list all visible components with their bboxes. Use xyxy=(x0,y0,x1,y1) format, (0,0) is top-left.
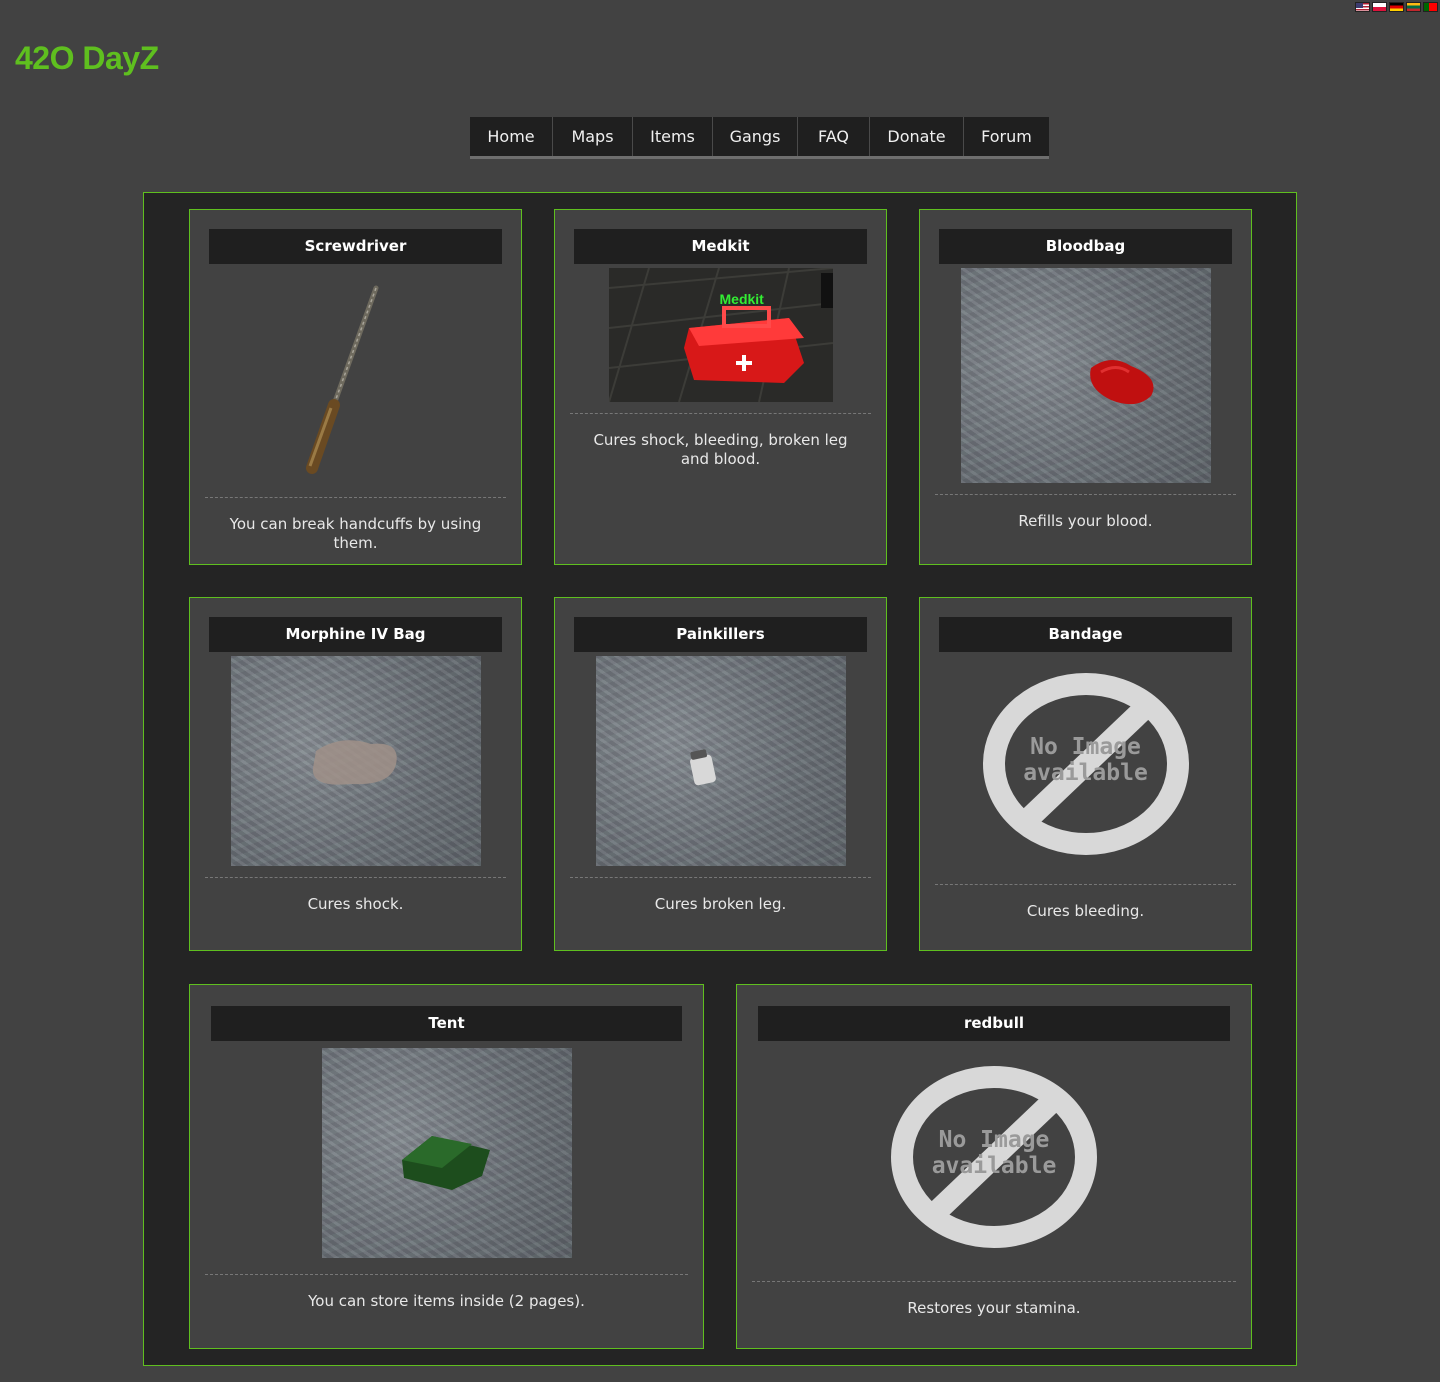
flag-lt-icon[interactable] xyxy=(1406,2,1421,12)
nav-item-forum[interactable]: Forum xyxy=(964,117,1049,156)
divider xyxy=(205,1274,688,1275)
item-card: Morphine IV Bag Cures shock. xyxy=(189,597,522,951)
nav-item-items[interactable]: Items xyxy=(633,117,713,156)
main-nav: Home Maps Items Gangs FAQ Donate Forum xyxy=(470,117,1049,159)
item-description: Cures shock, bleeding, broken leg and bl… xyxy=(593,431,848,468)
divider xyxy=(570,413,871,414)
divider xyxy=(935,884,1236,885)
item-description: Cures shock. xyxy=(307,895,404,913)
medkit-image: Medkit xyxy=(607,267,833,403)
item-description: Refills your blood. xyxy=(1018,512,1153,530)
divider xyxy=(752,1281,1236,1282)
nav-item-home[interactable]: Home xyxy=(470,117,553,156)
medkit-image-label: Medkit xyxy=(719,291,764,307)
divider xyxy=(205,497,506,498)
item-card: redbull No Image available Restores your… xyxy=(736,984,1252,1349)
flag-de-icon[interactable] xyxy=(1389,2,1404,12)
tent-image xyxy=(321,1048,572,1258)
no-image-icon: No Image available xyxy=(889,1065,1099,1249)
nav-item-donate[interactable]: Donate xyxy=(870,117,964,156)
divider xyxy=(935,494,1236,495)
divider xyxy=(570,877,871,878)
bloodbag-image xyxy=(960,268,1211,483)
item-title: Bloodbag xyxy=(939,229,1232,264)
nav-item-gangs[interactable]: Gangs xyxy=(713,117,798,156)
item-card: Screwdriver You can break handcuffs by u… xyxy=(189,209,522,565)
item-title: Morphine IV Bag xyxy=(209,617,502,652)
item-title: Tent xyxy=(211,1006,682,1041)
item-description: Cures broken leg. xyxy=(654,895,787,913)
items-panel: Screwdriver You can break handcuffs by u… xyxy=(143,192,1297,1366)
divider xyxy=(205,877,506,878)
item-description: Restores your stamina. xyxy=(907,1299,1081,1317)
flag-pt-icon[interactable] xyxy=(1423,2,1438,12)
flag-pl-icon[interactable] xyxy=(1372,2,1387,12)
item-card: Medkit Medkit Cures shock, bleeding, bro… xyxy=(554,209,887,565)
painkillers-image xyxy=(595,656,846,866)
item-card: Tent You can store items inside (2 pages… xyxy=(189,984,704,1349)
screwdriver-image xyxy=(236,270,476,490)
item-card: Painkillers Cures broken leg. xyxy=(554,597,887,951)
item-card: Bloodbag Refills your blood. xyxy=(919,209,1252,565)
no-image-icon: No Image available xyxy=(981,672,1191,856)
flag-us-icon[interactable] xyxy=(1355,2,1370,12)
no-image-label: No Image available xyxy=(1023,734,1148,786)
site-title[interactable]: 42O DayZ xyxy=(15,40,159,77)
nav-item-maps[interactable]: Maps xyxy=(553,117,633,156)
item-title: Painkillers xyxy=(574,617,867,652)
morphine-iv-bag-image xyxy=(230,656,481,866)
item-description: You can break handcuffs by using them. xyxy=(229,515,482,552)
item-description: Cures bleeding. xyxy=(1026,902,1145,920)
item-description: You can store items inside (2 pages). xyxy=(308,1292,585,1310)
item-card: Bandage No Image available Cures bleedin… xyxy=(919,597,1252,951)
item-title: Medkit xyxy=(574,229,867,264)
nav-item-faq[interactable]: FAQ xyxy=(798,117,870,156)
language-flags xyxy=(1355,2,1438,12)
item-title: redbull xyxy=(758,1006,1230,1041)
item-title: Bandage xyxy=(939,617,1232,652)
item-title: Screwdriver xyxy=(209,229,502,264)
no-image-label: No Image available xyxy=(931,1127,1057,1179)
